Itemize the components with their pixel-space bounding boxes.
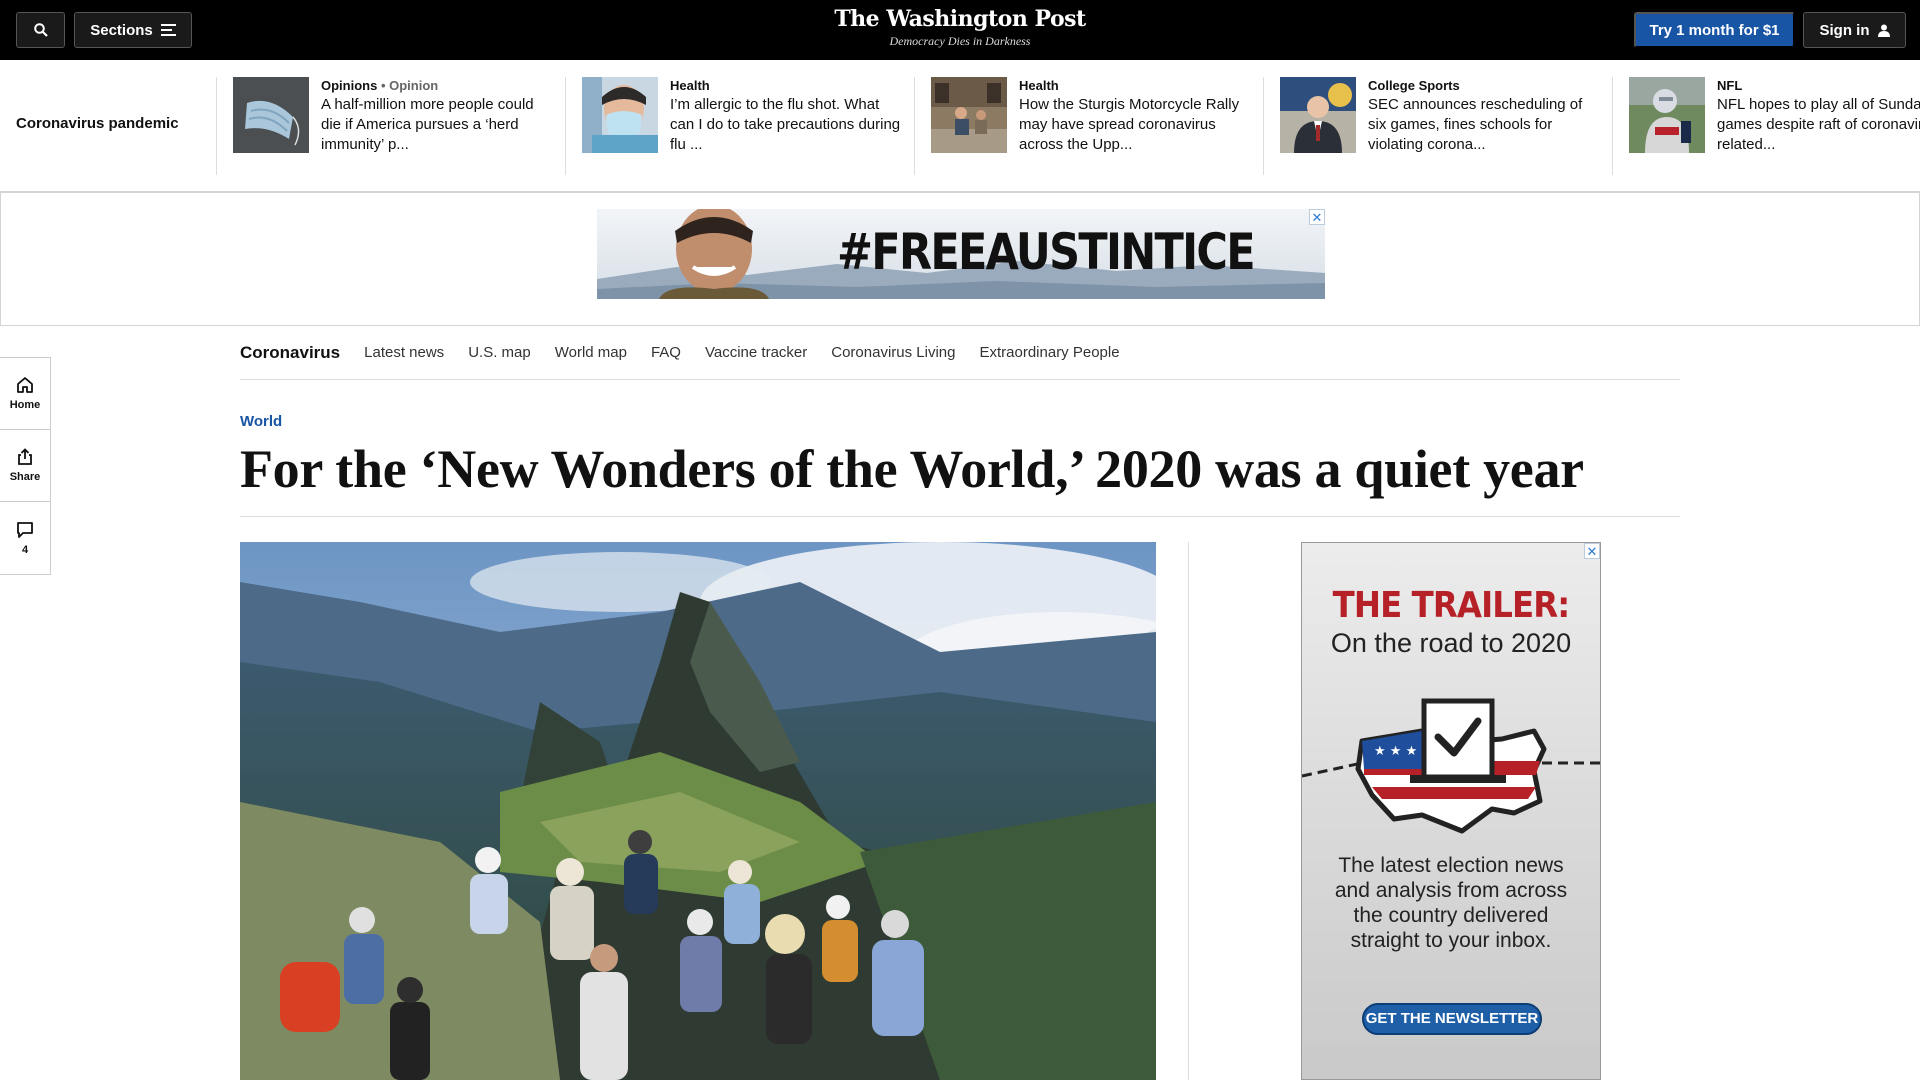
story-thumbnail[interactable] — [1280, 77, 1356, 153]
comments-count: 4 — [21, 543, 29, 556]
article-tools-rail: Home Share 4 — [0, 357, 51, 575]
article-section-kicker[interactable]: World — [240, 413, 282, 430]
story-kicker[interactable]: NFL — [1717, 77, 1920, 95]
comments-button[interactable]: 4 — [0, 502, 50, 574]
ad-hashtag: #FREEAUSTINTICE — [837, 223, 1256, 281]
column-divider — [1188, 542, 1189, 1080]
subscribe-button[interactable]: Try 1 month for $1 — [1634, 12, 1795, 48]
story-thumbnail[interactable] — [582, 77, 658, 153]
ad-body: The latest election news and analysis fr… — [1334, 854, 1568, 952]
coronavirus-subnav: Coronavirus Latest news U.S. map World m… — [240, 326, 1680, 380]
share-icon — [18, 448, 32, 465]
comment-icon — [17, 521, 33, 538]
divider — [240, 516, 1680, 517]
ballot-map-icon: ★ ★ ★ — [1302, 698, 1600, 834]
subnav-title[interactable]: Coronavirus — [240, 343, 340, 363]
story-headline[interactable]: SEC announces rescheduling of six games,… — [1368, 95, 1600, 155]
section-label[interactable]: Opinions — [321, 78, 377, 93]
subnav-link-world-map[interactable]: World map — [555, 344, 627, 361]
strip-story[interactable]: Health How the Sturgis Motorcycle Rally … — [915, 77, 1264, 175]
story-thumbnail[interactable] — [931, 77, 1007, 153]
close-ad-icon[interactable]: ✕ — [1584, 543, 1600, 559]
story-kicker[interactable]: Health — [670, 77, 902, 95]
site-logo[interactable]: The Washington Post Democracy Dies in Da… — [0, 6, 1920, 49]
brand-tagline: Democracy Dies in Darkness — [889, 34, 1031, 48]
subnav-link-us-map[interactable]: U.S. map — [468, 344, 531, 361]
share-label: Share — [9, 471, 41, 483]
advertisement-banner[interactable]: #FREEAUSTINTICE ✕ — [597, 209, 1325, 299]
sign-in-button[interactable]: Sign in — [1803, 12, 1906, 48]
ad-title: THE TRAILER: — [1332, 585, 1571, 626]
home-icon — [17, 377, 33, 393]
share-button[interactable]: Share — [0, 430, 50, 502]
subnav-link-latest-news[interactable]: Latest news — [364, 344, 444, 361]
story-thumbnail[interactable] — [1629, 77, 1705, 153]
strip-label[interactable]: Coronavirus pandemic — [16, 115, 179, 132]
story-headline[interactable]: How the Sturgis Motorcycle Rally may hav… — [1019, 95, 1251, 155]
story-headline[interactable]: NFL hopes to play all of Sunday's games … — [1717, 95, 1920, 155]
top-ad-zone: #FREEAUSTINTICE ✕ — [0, 192, 1920, 326]
brand-name: The Washington Post — [834, 6, 1086, 32]
article-headline: For the ‘New Wonders of the World,’ 2020… — [240, 439, 1584, 499]
home-button[interactable]: Home — [0, 358, 50, 430]
sidebar-advertisement[interactable]: THE TRAILER: On the road to 2020 ★ ★ ★ T… — [1301, 542, 1601, 1080]
opinion-label: • Opinion — [380, 78, 439, 93]
story-kicker[interactable]: College Sports — [1368, 77, 1600, 95]
strip-story[interactable]: College Sports SEC announces reschedulin… — [1264, 77, 1613, 175]
story-headline[interactable]: A half-million more people could die if … — [321, 95, 553, 155]
top-navigation-bar: Sections The Washington Post Democracy D… — [0, 0, 1920, 60]
strip-story[interactable]: Health I’m allergic to the flu shot. Wha… — [566, 77, 915, 175]
strip-story[interactable]: NFL NFL hopes to play all of Sunday's ga… — [1613, 77, 1920, 175]
strip-story[interactable]: Opinions • Opinion A half-million more p… — [217, 77, 566, 175]
user-icon — [1877, 24, 1890, 37]
close-ad-icon[interactable]: ✕ — [1309, 209, 1325, 225]
story-kicker[interactable]: Health — [1019, 77, 1251, 95]
story-thumbnail[interactable] — [233, 77, 309, 153]
trending-strip: Coronavirus pandemic Opinions • Opinion … — [0, 60, 1920, 192]
ad-subtitle: On the road to 2020 — [1330, 628, 1572, 658]
story-kicker: Opinions • Opinion — [321, 77, 553, 95]
subnav-link-vaccine-tracker[interactable]: Vaccine tracker — [705, 344, 807, 361]
article-hero-image[interactable] — [240, 542, 1156, 1080]
subnav-link-coronavirus-living[interactable]: Coronavirus Living — [831, 344, 955, 361]
sign-in-label: Sign in — [1819, 21, 1870, 39]
svg-text:★ ★ ★: ★ ★ ★ — [1374, 744, 1417, 759]
newsletter-cta-button[interactable]: GET THE NEWSLETTER — [1362, 1003, 1542, 1035]
subnav-link-faq[interactable]: FAQ — [651, 344, 681, 361]
subnav-link-extraordinary-people[interactable]: Extraordinary People — [979, 344, 1119, 361]
story-headline[interactable]: I’m allergic to the flu shot. What can I… — [670, 95, 902, 155]
home-label: Home — [9, 399, 41, 411]
